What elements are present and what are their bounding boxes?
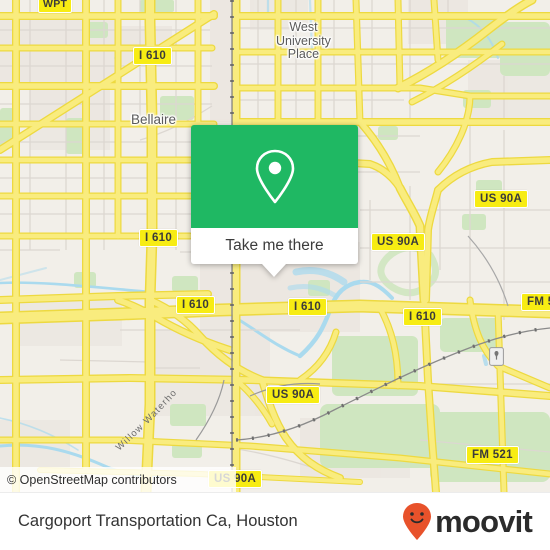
- take-me-there-button[interactable]: Take me there: [191, 228, 358, 264]
- shield-i610-s: I 610: [288, 298, 328, 316]
- shield-us90a-mid: US 90A: [266, 386, 321, 404]
- map-canvas[interactable]: Willow Waterhole Bellaire West Universit…: [0, 0, 550, 492]
- attribution-bar: © OpenStreetMap contributors: [0, 467, 236, 492]
- shield-i610-se: I 610: [403, 308, 443, 326]
- take-me-there-card[interactable]: Take me there: [191, 125, 358, 277]
- shield-i610-w: I 610: [139, 229, 179, 247]
- shield-i610-n: I 610: [133, 47, 173, 65]
- moovit-smiling-pin-icon: [403, 502, 432, 540]
- attribution-text: © OpenStreetMap contributors: [7, 472, 177, 487]
- location-title: Cargoport Transportation Ca, Houston: [18, 512, 298, 530]
- poi-marker-icon[interactable]: [489, 347, 504, 366]
- take-me-there-label: Take me there: [225, 237, 324, 254]
- shield-us90a-e: US 90A: [371, 233, 426, 251]
- shield-i610-sw: I 610: [176, 296, 216, 314]
- footer-bar: Cargoport Transportation Ca, Houston moo…: [0, 492, 550, 550]
- moovit-wordmark: moovit: [435, 504, 533, 539]
- moovit-brand[interactable]: moovit: [401, 502, 533, 542]
- shield-us90a-ne: US 90A: [474, 190, 529, 208]
- map-screenshot: Willow Waterhole Bellaire West Universit…: [0, 0, 550, 550]
- shield-fm521: FM 521: [466, 446, 519, 464]
- shield-wpt: WPT: [38, 0, 73, 13]
- card-pointer: [262, 264, 286, 277]
- location-pin-icon: [255, 149, 294, 203]
- card-header: [191, 125, 358, 228]
- shield-fm5-clip: FM 5: [521, 293, 550, 311]
